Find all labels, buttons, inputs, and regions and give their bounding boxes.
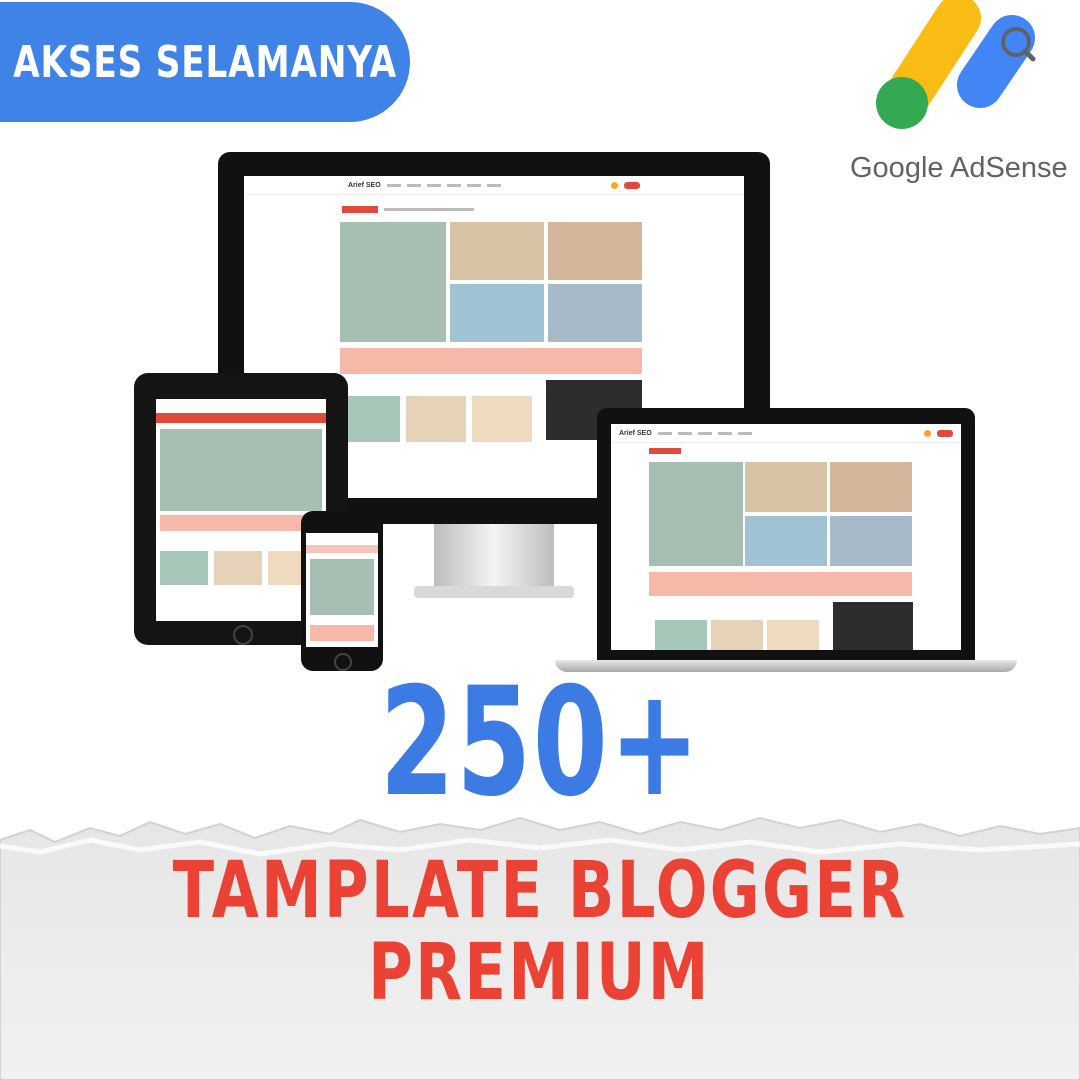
access-badge: AKSES SELAMANYA: [0, 2, 410, 122]
template-count-value: 250+: [379, 656, 701, 830]
headline-line-1: TAMPLATE BLOGGER: [0, 852, 1080, 930]
headline-line-1-text: TAMPLATE BLOGGER: [172, 846, 908, 936]
site-logo: Arief SEO: [348, 181, 381, 189]
laptop-site-logo: Arief SEO: [619, 429, 652, 437]
headline-line-2-text: PREMIUM: [368, 928, 712, 1018]
headline-line-2: PREMIUM: [0, 934, 1080, 1012]
adsense-brand-name: Google AdSense: [850, 152, 1068, 184]
laptop-screen: Arief SEO: [611, 424, 961, 650]
template-count: 250+: [0, 668, 1080, 818]
smartphone: [301, 511, 383, 671]
laptop: Arief SEO: [555, 408, 1017, 676]
phone-screen: [306, 533, 378, 647]
badge-label: AKSES SELAMANYA: [13, 36, 397, 88]
